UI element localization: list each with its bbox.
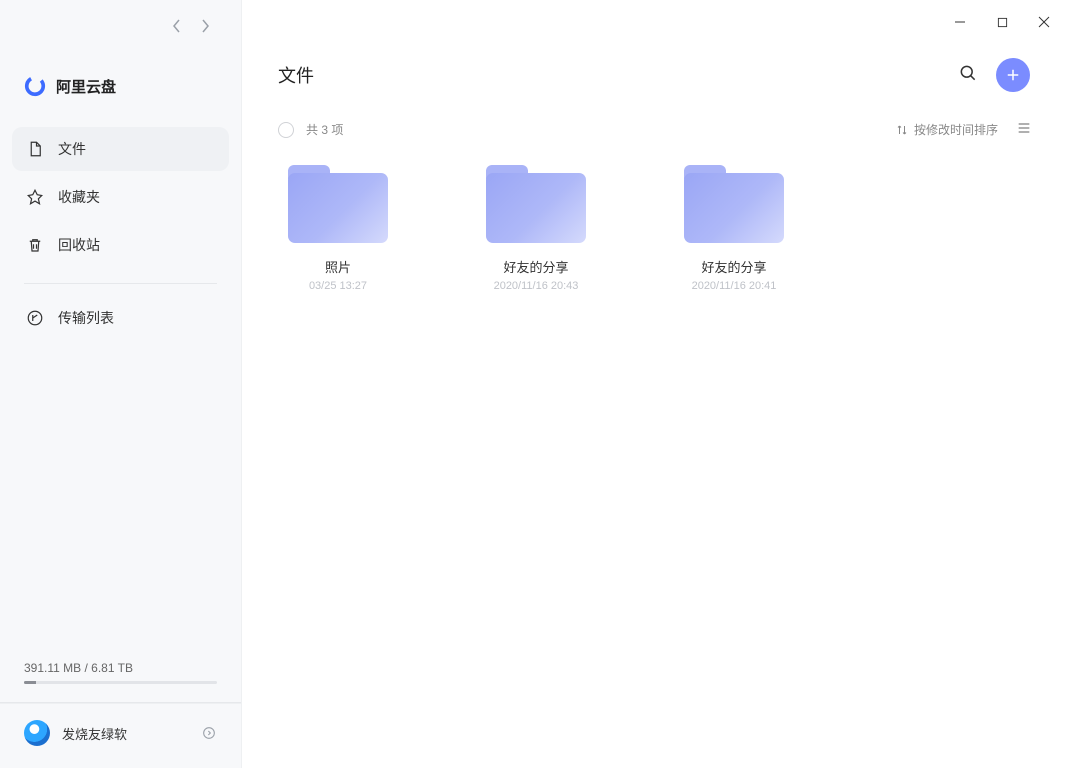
search-icon <box>958 63 978 83</box>
sidebar-item-label: 文件 <box>58 139 86 159</box>
sort-icon <box>896 124 908 136</box>
toolbar: 共 3 项 按修改时间排序 <box>242 114 1080 157</box>
item-count: 共 3 项 <box>306 121 896 138</box>
brand-name: 阿里云盘 <box>56 76 116 97</box>
folder-icon <box>486 165 586 243</box>
close-button[interactable] <box>1038 16 1050 28</box>
sort-label: 按修改时间排序 <box>914 121 998 138</box>
sidebar: 阿里云盘 文件 收藏夹 回收站 传输列表 391.11 MB / 6.81 TB… <box>0 0 242 768</box>
sidebar-item-trash[interactable]: 回收站 <box>12 223 229 267</box>
storage-text: 391.11 MB / 6.81 TB <box>24 661 217 675</box>
page-title: 文件 <box>278 62 940 88</box>
trash-icon <box>26 236 44 254</box>
file-icon <box>26 140 44 158</box>
user-row[interactable]: 发烧友绿软 <box>0 703 241 768</box>
transfer-icon <box>26 309 44 327</box>
folder-date: 2020/11/16 20:41 <box>692 280 777 292</box>
view-toggle-button[interactable] <box>1016 120 1032 139</box>
brand-logo-icon <box>24 75 46 97</box>
folder-grid: 照片 03/25 13:27 好友的分享 2020/11/16 20:43 好友… <box>242 157 1080 300</box>
folder-item[interactable]: 好友的分享 2020/11/16 20:43 <box>476 165 596 292</box>
page-header: 文件 <box>242 28 1080 114</box>
maximize-button[interactable] <box>996 16 1008 28</box>
search-button[interactable] <box>958 63 978 88</box>
storage-bar <box>24 681 217 684</box>
list-view-icon <box>1016 120 1032 136</box>
back-button[interactable] <box>172 18 182 39</box>
main-menu: 文件 收藏夹 回收站 <box>0 127 241 271</box>
folder-name: 好友的分享 <box>503 257 568 276</box>
minimize-button[interactable] <box>954 16 966 28</box>
sidebar-item-label: 收藏夹 <box>58 187 100 207</box>
main-area: 文件 共 3 项 按修改时间排序 照片 03/25 13:27 好友的分享 20… <box>242 0 1080 768</box>
plus-icon <box>1004 66 1022 84</box>
sidebar-item-label: 回收站 <box>58 235 100 255</box>
storage-usage: 391.11 MB / 6.81 TB <box>0 661 241 692</box>
history-nav <box>140 0 241 39</box>
user-name: 发烧友绿软 <box>62 724 189 743</box>
folder-icon <box>684 165 784 243</box>
folder-name: 照片 <box>325 257 351 276</box>
settings-icon[interactable] <box>201 725 217 741</box>
folder-date: 2020/11/16 20:43 <box>494 280 579 292</box>
folder-item[interactable]: 照片 03/25 13:27 <box>278 165 398 292</box>
forward-button[interactable] <box>200 18 210 39</box>
secondary-menu: 传输列表 <box>0 296 241 344</box>
window-controls <box>242 0 1080 28</box>
select-all-checkbox[interactable] <box>278 122 294 138</box>
sidebar-item-transfers[interactable]: 传输列表 <box>12 296 229 340</box>
brand: 阿里云盘 <box>0 39 241 127</box>
folder-icon <box>288 165 388 243</box>
star-icon <box>26 188 44 206</box>
folder-date: 03/25 13:27 <box>309 280 367 292</box>
folder-name: 好友的分享 <box>701 257 766 276</box>
sort-button[interactable]: 按修改时间排序 <box>896 121 998 138</box>
folder-item[interactable]: 好友的分享 2020/11/16 20:41 <box>674 165 794 292</box>
sidebar-item-label: 传输列表 <box>58 308 114 328</box>
sidebar-item-files[interactable]: 文件 <box>12 127 229 171</box>
divider <box>24 283 217 284</box>
avatar <box>24 720 50 746</box>
sidebar-item-favorites[interactable]: 收藏夹 <box>12 175 229 219</box>
add-button[interactable] <box>996 58 1030 92</box>
